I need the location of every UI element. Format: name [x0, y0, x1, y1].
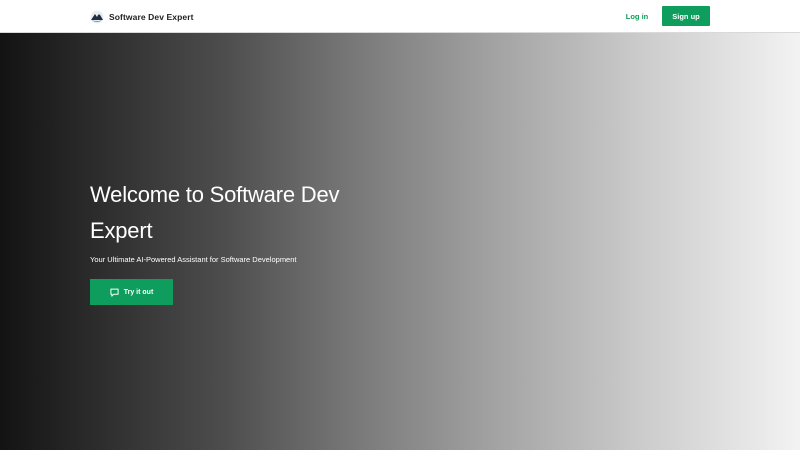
login-link[interactable]: Log in — [620, 8, 654, 25]
hero-title: Welcome to Software Dev Expert — [90, 182, 340, 243]
cta-label: Try it out — [123, 288, 154, 296]
hero-subtitle: Your Ultimate AI-Powered Assistant for S… — [90, 255, 297, 264]
signup-button[interactable]: Sign up — [662, 6, 710, 26]
try-it-out-button[interactable]: Try it out — [90, 279, 173, 305]
hero-section: Welcome to Software Dev Expert Your Ulti… — [0, 33, 800, 450]
top-navbar: Software Dev Expert Log in Sign up — [0, 0, 800, 33]
brand-name: Software Dev Expert — [109, 12, 194, 22]
brand[interactable]: Software Dev Expert — [90, 9, 194, 25]
chat-bubble-icon — [110, 288, 119, 297]
brand-logo-icon — [90, 10, 104, 24]
